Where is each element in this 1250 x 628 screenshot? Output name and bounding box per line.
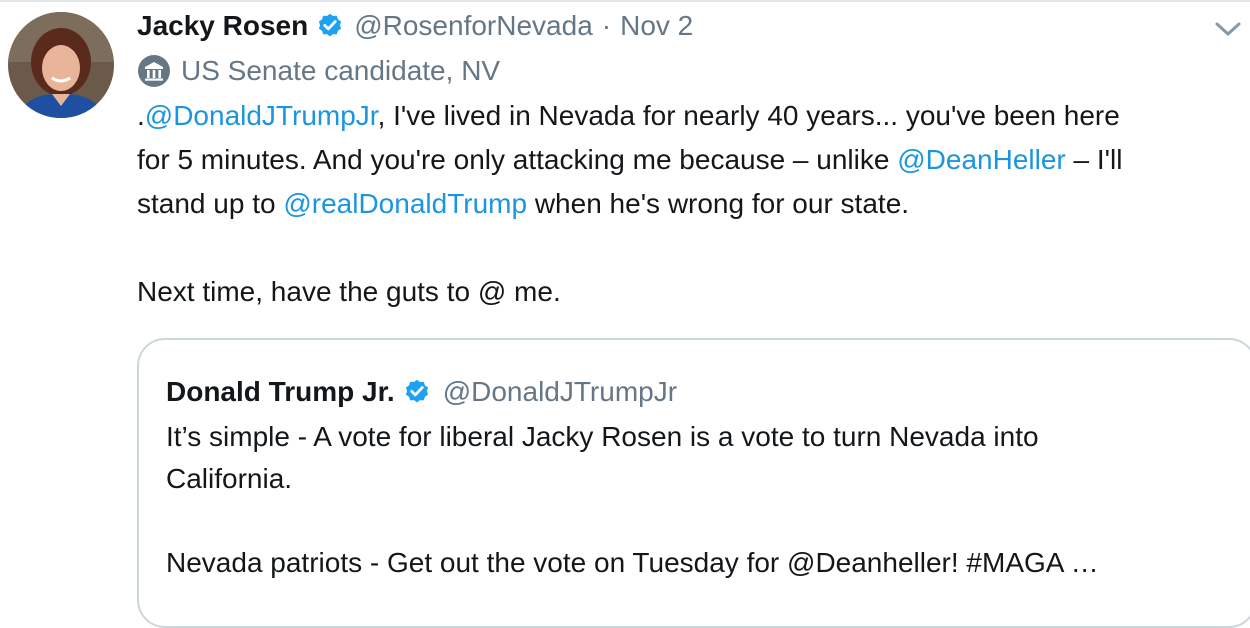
separator-dot: · xyxy=(601,10,612,41)
tweet-date[interactable]: Nov 2 xyxy=(620,10,693,42)
quoted-tweet-text: It’s simple - A vote for liberal Jacky R… xyxy=(166,416,1226,584)
account-label-text: US Senate candidate, NV xyxy=(181,55,501,86)
quoted-text-line: California. xyxy=(166,463,293,494)
quoted-text-line xyxy=(166,500,1226,542)
quoted-author-handle: @DonaldJTrumpJr xyxy=(442,376,678,407)
verified-badge-icon xyxy=(403,378,431,406)
quoted-tweet-card[interactable]: Donald Trump Jr. @DonaldJTrumpJr It’s si… xyxy=(137,338,1250,628)
tweet-text-segment: , I've lived in Nevada for nearly 40 yea… xyxy=(377,100,1120,131)
chevron-down-icon[interactable] xyxy=(1213,18,1243,40)
avatar[interactable] xyxy=(8,12,114,118)
tweet-text-segment: Next time, have the guts to @ me. xyxy=(137,276,561,307)
author-handle[interactable]: @RosenforNevada xyxy=(354,10,593,42)
quoted-text-line: It’s simple - A vote for liberal Jacky R… xyxy=(166,421,1039,452)
author-name[interactable]: Jacky Rosen xyxy=(137,10,308,42)
mention-link[interactable]: @DonaldJTrumpJr xyxy=(145,100,378,131)
account-label: US Senate candidate, NV xyxy=(137,52,500,90)
verified-badge-icon xyxy=(316,12,344,40)
mention-link[interactable]: @DeanHeller xyxy=(897,144,1066,175)
tweet-text-segment: – I'll xyxy=(1065,144,1123,175)
tweet-text-line: Next time, have the guts to @ me. xyxy=(137,270,1237,314)
tweet-header: Jacky Rosen @RosenforNevada · Nov 2 xyxy=(137,6,693,46)
quoted-author-name: Donald Trump Jr. xyxy=(166,376,395,407)
tweet-text-segment: for 5 minutes. And you're only attacking… xyxy=(137,144,898,175)
tweet-text-segment: when he's wrong for our state. xyxy=(527,188,910,219)
top-divider xyxy=(0,0,1250,2)
tweet-text-line: for 5 minutes. And you're only attacking… xyxy=(137,138,1237,182)
quoted-tweet-header: Donald Trump Jr. @DonaldJTrumpJr xyxy=(166,372,677,412)
tweet-text-line: .@DonaldJTrumpJr, I've lived in Nevada f… xyxy=(137,94,1237,138)
quoted-text-line: Nevada patriots - Get out the vote on Tu… xyxy=(166,547,1099,578)
tweet-text-line: stand up to @realDonaldTrump when he's w… xyxy=(137,182,1237,226)
tweet-text-line xyxy=(137,226,1237,270)
tweet-text: .@DonaldJTrumpJr, I've lived in Nevada f… xyxy=(137,94,1237,314)
government-building-icon xyxy=(137,54,171,88)
tweet-text-segment: . xyxy=(137,100,145,131)
tweet-text-segment: stand up to xyxy=(137,188,284,219)
mention-link[interactable]: @realDonaldTrump xyxy=(283,188,527,219)
